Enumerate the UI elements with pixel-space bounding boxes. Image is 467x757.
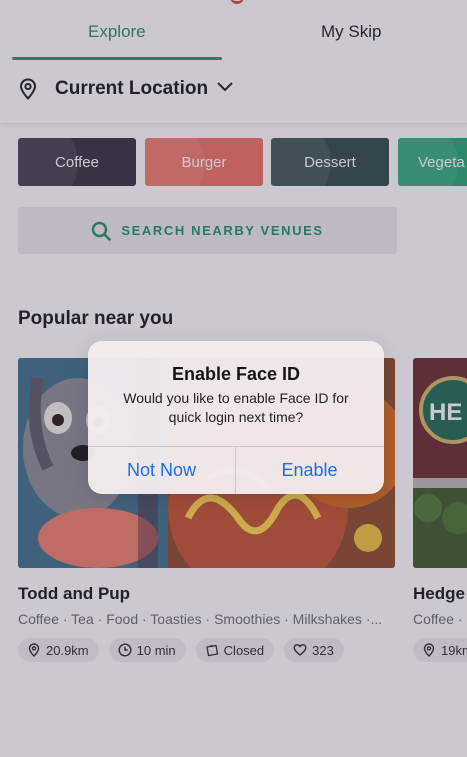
alert-title: Enable Face ID: [171, 364, 301, 384]
face-id-alert: Enable Face ID Would you like to enable …: [88, 341, 384, 494]
explore-screen: Explore My Skip Current Location Coffee …: [0, 0, 467, 757]
not-now-button[interactable]: Not Now: [88, 447, 235, 494]
alert-message: Would you like to enable Face ID for qui…: [123, 390, 349, 425]
enable-button[interactable]: Enable: [236, 447, 383, 494]
